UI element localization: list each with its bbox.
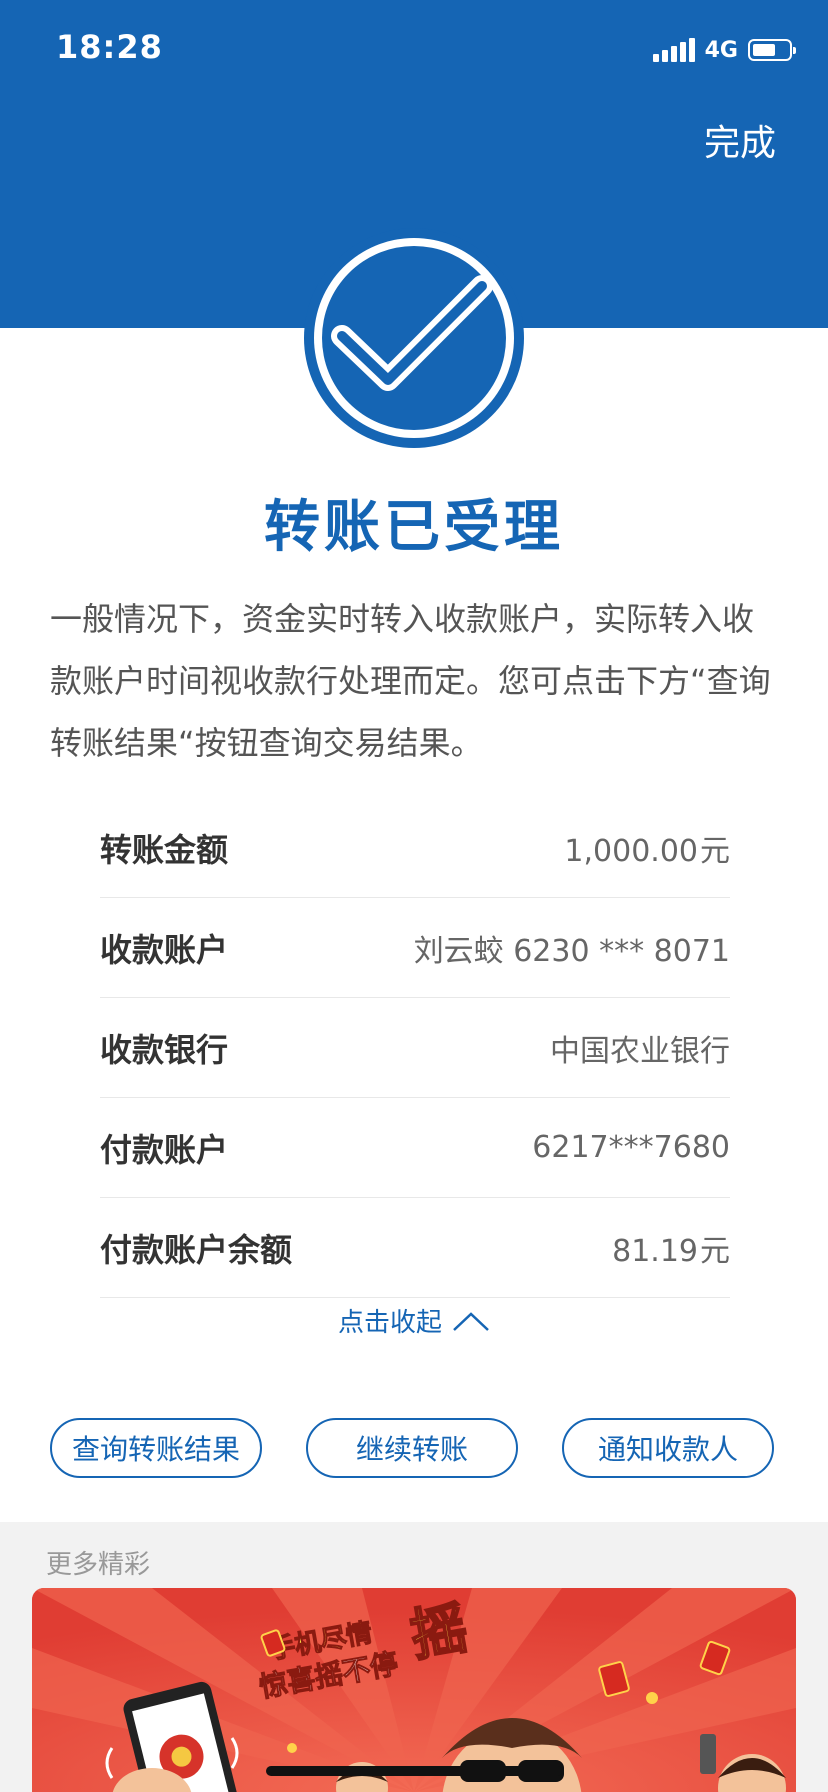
detail-label: 转账金额 bbox=[100, 830, 229, 869]
collapse-label: 点击收起 bbox=[337, 1308, 442, 1338]
detail-unit: 元 bbox=[700, 833, 730, 869]
home-indicator[interactable] bbox=[266, 1766, 562, 1776]
result-description: 一般情况下，资金实时转入收款账户，实际转入收款账户时间视收款行处理而定。您可点击… bbox=[50, 600, 771, 762]
success-check-icon bbox=[304, 228, 524, 448]
result-title: 转账已受理 bbox=[264, 495, 564, 560]
detail-row-payer-account: 付款账户 6217***7680 bbox=[100, 1098, 730, 1198]
more-section: 更多精彩 手机尽情 惊喜摇不停 摇 bbox=[0, 1522, 828, 1792]
query-result-button[interactable]: 查询转账结果 bbox=[50, 1418, 262, 1478]
detail-row-amount: 转账金额 1,000.00元 bbox=[100, 798, 730, 898]
detail-value: 1,000.00 bbox=[564, 833, 698, 869]
battery-icon bbox=[748, 39, 796, 61]
banner-text-big: 摇 bbox=[406, 1596, 472, 1668]
action-buttons: 查询转账结果 继续转账 通知收款人 bbox=[50, 1418, 774, 1478]
promo-banner-illustration: 手机尽情 惊喜摇不停 摇 bbox=[32, 1588, 796, 1792]
status-indicators: 4G bbox=[652, 34, 796, 66]
collapse-toggle[interactable]: 点击收起 bbox=[0, 1302, 828, 1339]
promo-banner[interactable]: 手机尽情 惊喜摇不停 摇 bbox=[32, 1588, 796, 1792]
network-type: 4G bbox=[704, 37, 738, 63]
transfer-details: 转账金额 1,000.00元 收款账户 刘云蛟 6230 *** 8071 收款… bbox=[100, 798, 730, 1298]
detail-value: 中国农业银行 bbox=[550, 1033, 730, 1069]
detail-label: 收款银行 bbox=[100, 1030, 229, 1069]
detail-label: 付款账户余额 bbox=[100, 1230, 293, 1269]
detail-value: 刘云蛟 6230 *** 8071 bbox=[413, 933, 730, 969]
notify-payee-button[interactable]: 通知收款人 bbox=[562, 1418, 774, 1478]
detail-label: 收款账户 bbox=[100, 930, 229, 969]
detail-label: 付款账户 bbox=[100, 1130, 229, 1169]
done-button[interactable]: 完成 bbox=[704, 114, 776, 166]
signal-icon bbox=[652, 38, 695, 62]
status-time: 18:28 bbox=[56, 28, 163, 66]
detail-value: 81.19 bbox=[612, 1233, 698, 1269]
continue-transfer-button[interactable]: 继续转账 bbox=[306, 1418, 518, 1478]
detail-value: 6217***7680 bbox=[532, 1130, 730, 1165]
more-title: 更多精彩 bbox=[46, 1550, 151, 1580]
detail-unit: 元 bbox=[700, 1233, 730, 1269]
chevron-up-icon bbox=[453, 1311, 489, 1331]
detail-row-payer-balance: 付款账户余额 81.19元 bbox=[100, 1198, 730, 1298]
detail-row-payee-account: 收款账户 刘云蛟 6230 *** 8071 bbox=[100, 898, 730, 998]
detail-row-payee-bank: 收款银行 中国农业银行 bbox=[100, 998, 730, 1098]
